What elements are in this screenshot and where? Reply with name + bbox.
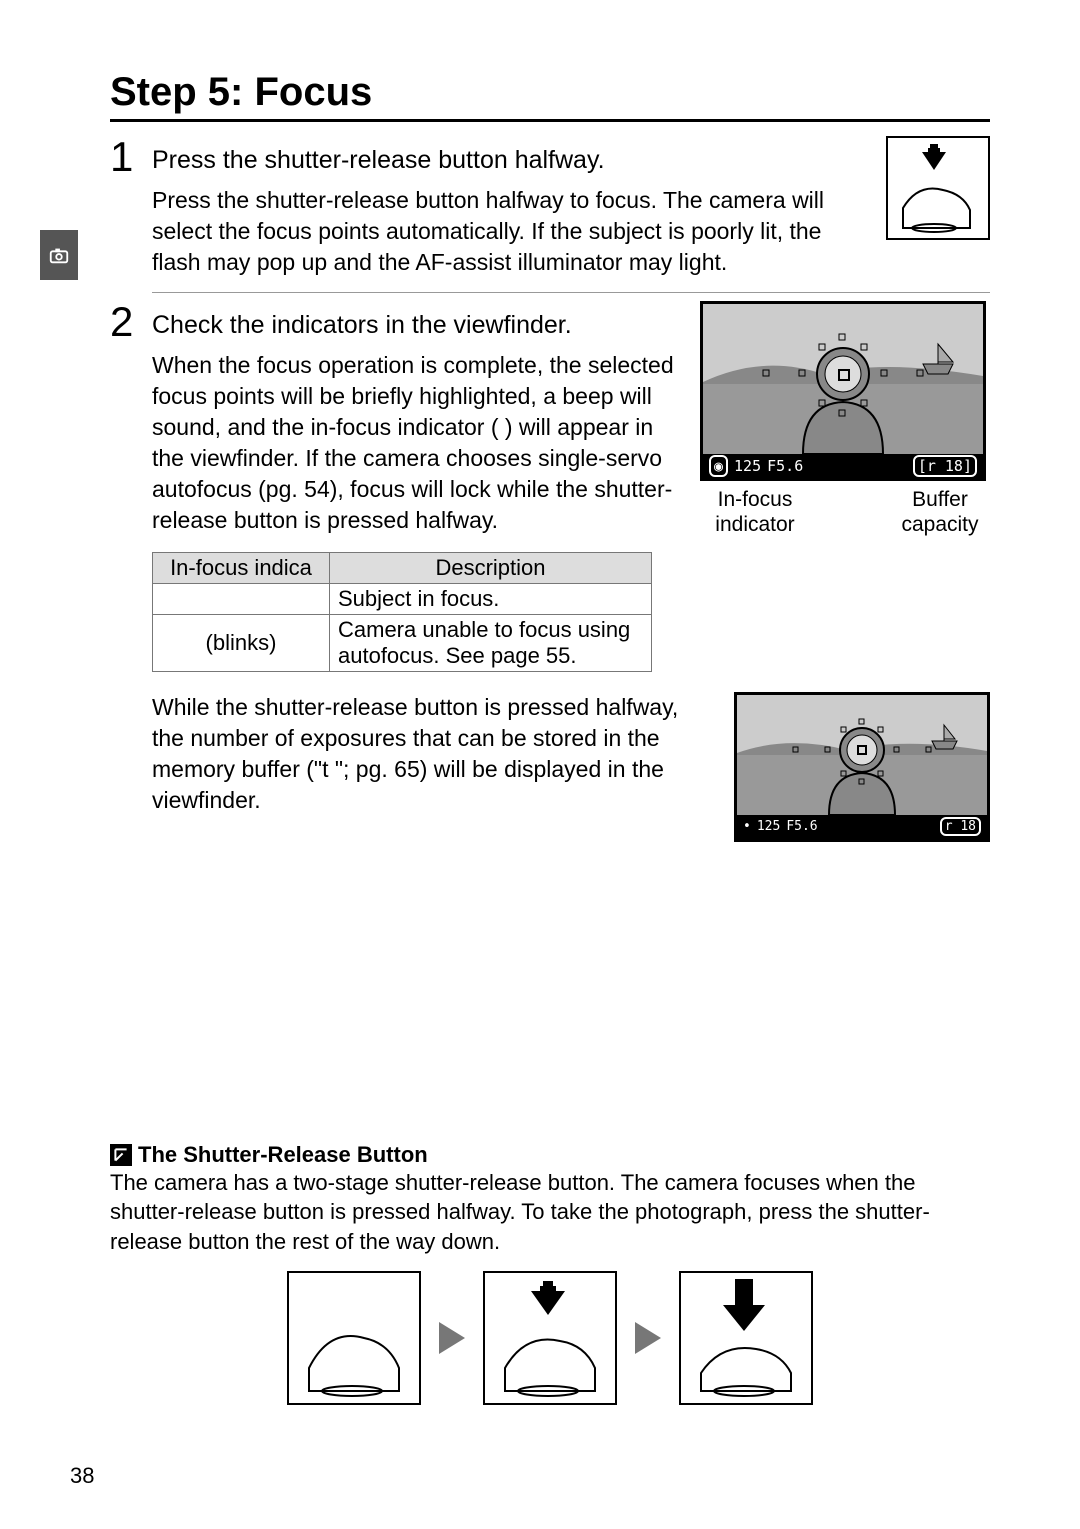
page-title: Step 5: Focus: [110, 70, 990, 122]
viewfinder-info-bar-2: • 125 F5.6 r 18: [737, 815, 987, 839]
seq-frame-rest: [287, 1271, 421, 1405]
seq-frame-half-press: [483, 1271, 617, 1405]
viewfinder-scene-icon: [703, 304, 983, 454]
table-header-indicator: In-focus indica: [153, 552, 330, 583]
vf-label-buffer: Buffer capacity: [890, 487, 990, 537]
note-body-text: The camera has a two-stage shutter-relea…: [110, 1168, 990, 1257]
half-press-illustration: [886, 136, 990, 240]
table-cell-desc: Subject in focus.: [330, 583, 652, 614]
step-1: 1 Press the shutter-release button halfw…: [110, 128, 990, 293]
viewfinder-illustration-2: • 125 F5.6 r 18: [734, 692, 990, 842]
step-2-description: When the focus operation is complete, th…: [152, 350, 680, 536]
vf-aperture: F5.6: [767, 457, 803, 475]
viewfinder-scene-icon: [737, 695, 987, 815]
step-1-heading: Press the shutter-release button halfway…: [152, 146, 866, 175]
arrow-right-icon: [635, 1322, 661, 1354]
note-icon: [110, 1144, 132, 1166]
in-focus-indicator-icon: •: [743, 819, 751, 834]
page-number: 38: [70, 1463, 94, 1489]
table-cell-indicator: (blinks): [153, 614, 330, 671]
step-2-number: 2: [110, 301, 138, 841]
table-row: (blinks) Camera unable to focus using au…: [153, 614, 652, 671]
buffer-paragraph: While the shutter-release button is pres…: [152, 692, 704, 842]
table-row: Subject in focus.: [153, 583, 652, 614]
vf2-aperture: F5.6: [786, 819, 817, 834]
focus-indicator-table: In-focus indica Description Subject in f…: [152, 552, 652, 672]
table-header-description: Description: [330, 552, 652, 583]
step-1-description: Press the shutter-release button halfway…: [152, 185, 866, 278]
in-focus-indicator-icon: ◉: [709, 455, 728, 477]
step-1-number: 1: [110, 136, 138, 293]
step-2: 2 Check the indicators in the viewfinder…: [110, 293, 990, 841]
table-cell-indicator: [153, 583, 330, 614]
viewfinder-illustration-1: ◉ 125 F5.6 [r 18]: [700, 301, 986, 481]
shutter-press-sequence: [110, 1271, 990, 1405]
vf2-buffer: r 18: [940, 817, 981, 836]
vf2-shutter: 125: [757, 819, 780, 834]
vf-buffer: [r 18]: [913, 455, 977, 477]
note-shutter-release: The Shutter-Release Button The camera ha…: [110, 1142, 990, 1405]
step-2-heading: Check the indicators in the viewfinder.: [152, 311, 680, 340]
seq-frame-full-press: [679, 1271, 813, 1405]
table-cell-desc: Camera unable to focus using autofocus. …: [330, 614, 652, 671]
vf-label-infocus: In-focus indicator: [700, 487, 810, 537]
vf-shutter: 125: [734, 457, 761, 475]
arrow-right-icon: [439, 1322, 465, 1354]
note-title-text: The Shutter-Release Button: [138, 1142, 428, 1168]
viewfinder-info-bar: ◉ 125 F5.6 [r 18]: [703, 454, 983, 478]
